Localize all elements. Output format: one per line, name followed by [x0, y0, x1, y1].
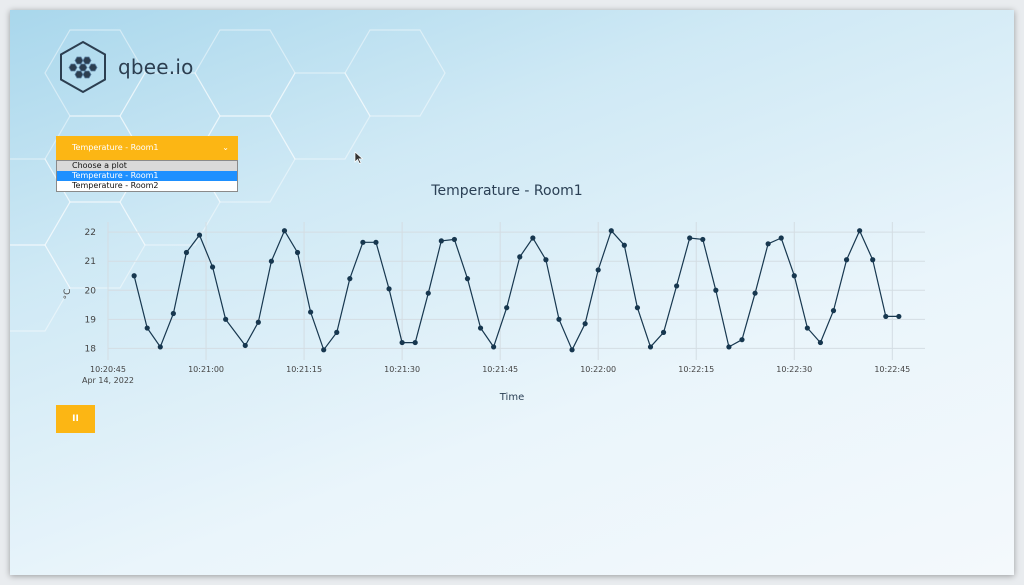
data-point [268, 258, 274, 264]
data-point [687, 235, 693, 241]
data-point [791, 273, 797, 279]
x-tick-label: 10:21:15 [286, 365, 322, 374]
data-point [843, 257, 850, 263]
data-point [595, 267, 601, 273]
data-point [209, 264, 216, 270]
data-point [157, 344, 163, 350]
data-point [308, 309, 314, 315]
data-point [817, 339, 824, 346]
data-point [425, 290, 431, 296]
y-tick-label: 18 [85, 344, 97, 354]
data-point [896, 313, 902, 320]
y-tick-label: 22 [85, 228, 96, 238]
data-point [373, 239, 379, 245]
data-point [321, 347, 327, 353]
data-point [517, 254, 523, 260]
x-tick-label: 10:21:00 [188, 365, 224, 374]
pause-icon: II [72, 414, 79, 424]
x-tick-label: 10:21:45 [482, 365, 518, 374]
data-point [713, 287, 719, 293]
data-point [131, 273, 137, 279]
y-tick-label: 21 [85, 257, 96, 267]
data-point [399, 339, 405, 346]
data-point [543, 257, 549, 263]
x-tick-label: 10:22:15 [678, 365, 714, 374]
data-point [360, 239, 366, 245]
data-point [634, 305, 641, 311]
data-point [255, 319, 261, 325]
y-tick-label: 19 [85, 315, 97, 325]
data-point [739, 337, 745, 343]
pause-button[interactable]: II [56, 405, 95, 433]
data-point [647, 344, 654, 350]
data-point [242, 342, 248, 349]
data-point [765, 241, 771, 247]
data-point [477, 325, 484, 331]
data-point [660, 329, 667, 335]
data-point [870, 257, 876, 263]
y-axis-ticks: 18 19 20 21 22 [85, 228, 97, 354]
x-tick-sublabel: Apr 14, 2022 [82, 376, 134, 385]
data-point [700, 236, 706, 243]
data-point [804, 325, 810, 331]
x-tick-label: 10:22:30 [776, 365, 812, 374]
x-tick-label: 10:22:45 [874, 365, 910, 374]
data-point [752, 290, 758, 296]
data-point [883, 313, 889, 320]
data-point [530, 235, 536, 241]
data-point [438, 238, 444, 244]
data-point [621, 242, 627, 248]
data-point [334, 329, 340, 335]
data-point [281, 228, 288, 234]
data-point [726, 344, 732, 350]
data-point [608, 228, 614, 234]
data-point [386, 286, 392, 292]
x-tick-label: 10:21:30 [384, 365, 420, 374]
data-point [569, 347, 575, 353]
data-point [504, 305, 510, 311]
data-point [451, 236, 458, 243]
temperature-chart: Temperature - Room1 18 19 20 21 22 10:20:45 A… [63, 183, 925, 403]
data-point [464, 276, 471, 282]
data-point [830, 308, 837, 314]
x-tick-label: 10:22:00 [580, 365, 616, 374]
x-axis-ticks: 10:20:45 Apr 14, 2022 10:21:00 10:21:15 10:2… [82, 365, 910, 385]
x-axis-label: Time [499, 392, 524, 403]
data-point [556, 316, 562, 322]
data-point [170, 310, 176, 317]
app-window: qbee.io Temperature - Room1 ⌄ Choose a p… [10, 10, 1014, 575]
data-point [582, 321, 588, 327]
x-tick-label: 10:20:45 [90, 365, 126, 374]
data-point [491, 344, 497, 350]
data-point [196, 232, 203, 238]
y-tick-label: 20 [85, 286, 97, 296]
data-point [857, 228, 863, 234]
chart-grid [107, 222, 925, 360]
data-point [347, 276, 353, 282]
y-axis-label: °C [63, 289, 73, 300]
data-point [674, 283, 680, 289]
chart-title: Temperature - Room1 [430, 183, 582, 199]
mouse-cursor-icon [354, 151, 364, 164]
data-point [183, 249, 190, 256]
data-point [294, 249, 301, 256]
data-point [778, 235, 784, 241]
data-point [412, 339, 418, 346]
data-point [144, 325, 150, 331]
data-point [223, 316, 229, 322]
